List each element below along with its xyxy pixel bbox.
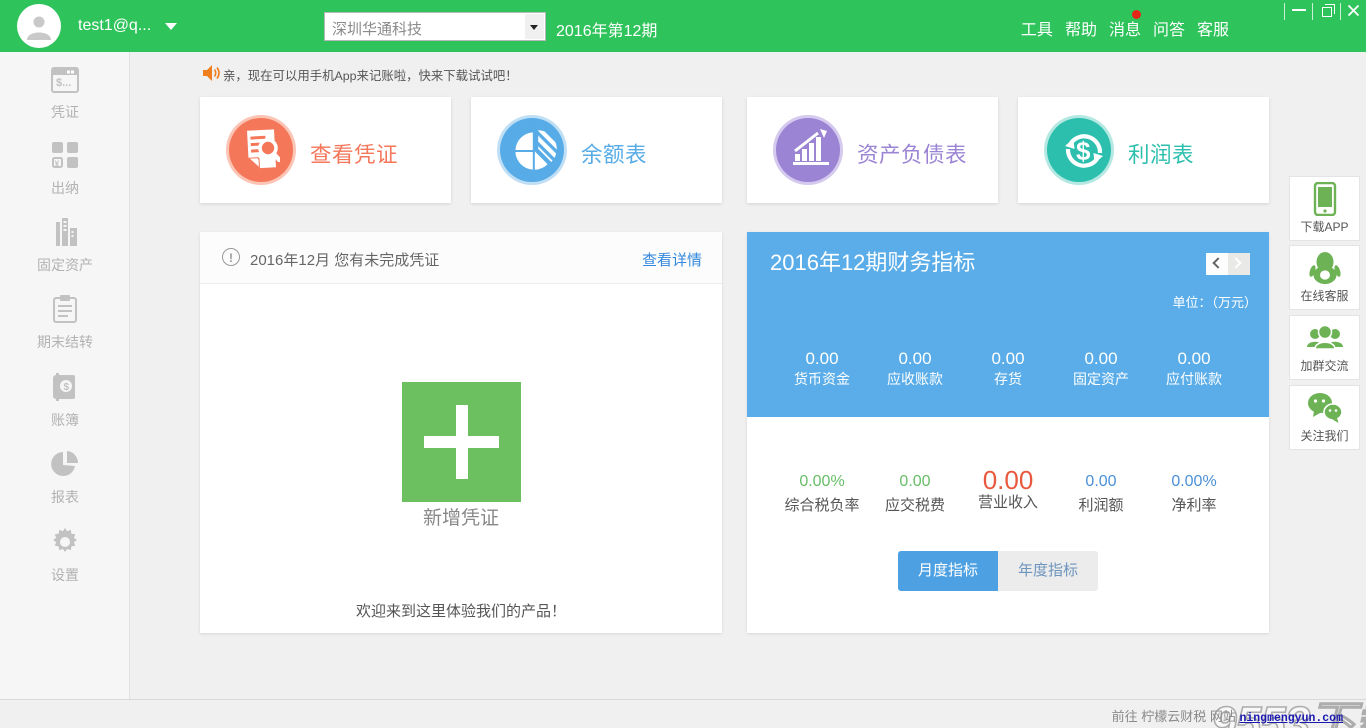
svg-text:$: $ bbox=[64, 382, 70, 393]
svg-text:$: $ bbox=[1076, 136, 1091, 166]
svg-text:¥: ¥ bbox=[55, 159, 60, 168]
svg-text:$...: $... bbox=[56, 77, 71, 89]
